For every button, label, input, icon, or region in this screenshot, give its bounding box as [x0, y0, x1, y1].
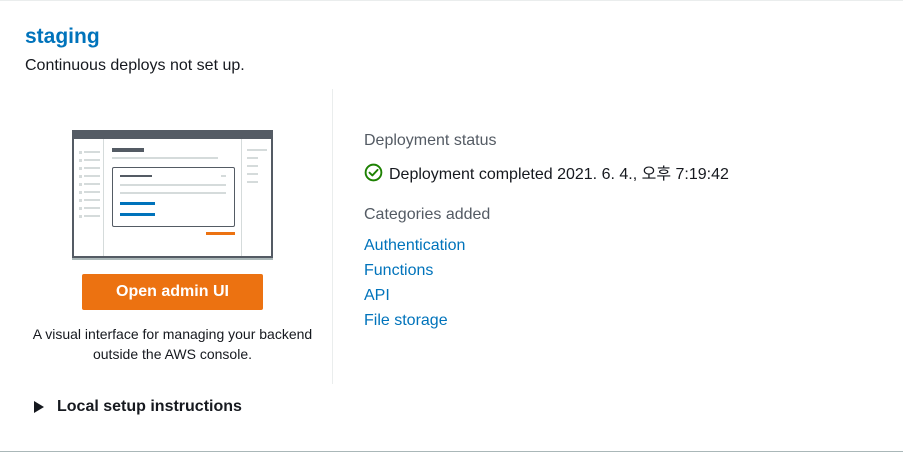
vertical-divider: [332, 89, 333, 384]
backend-environment-card: staging Continuous deploys not set up. O…: [0, 0, 903, 452]
illustration-right-sidebar: [241, 139, 271, 256]
caret-right-icon: [34, 401, 44, 413]
admin-ui-illustration: [72, 130, 273, 258]
admin-ui-description: A visual interface for managing your bac…: [32, 326, 313, 362]
deployment-status-text: Deployment completed 2021. 6. 4., 오후 7:1…: [389, 166, 729, 183]
local-setup-instructions-label: Local setup instructions: [57, 398, 242, 415]
illustration-panel: [112, 167, 235, 227]
category-link-api[interactable]: API: [364, 287, 390, 305]
open-admin-ui-button[interactable]: Open admin UI: [82, 274, 263, 310]
local-setup-instructions-toggle[interactable]: Local setup instructions: [34, 397, 242, 417]
deployment-status: Deployment completed 2021. 6. 4., 오후 7:1…: [364, 162, 729, 183]
category-link-file-storage[interactable]: File storage: [364, 312, 448, 330]
category-link-authentication[interactable]: Authentication: [364, 237, 465, 255]
environment-subtitle: Continuous deploys not set up.: [25, 57, 245, 74]
environment-name-link[interactable]: staging: [25, 25, 100, 49]
success-check-icon: [364, 163, 383, 181]
category-link-functions[interactable]: Functions: [364, 262, 433, 280]
deployment-status-label: Deployment status: [364, 132, 497, 149]
illustration-left-sidebar: [74, 139, 104, 256]
categories-added-label: Categories added: [364, 206, 491, 223]
